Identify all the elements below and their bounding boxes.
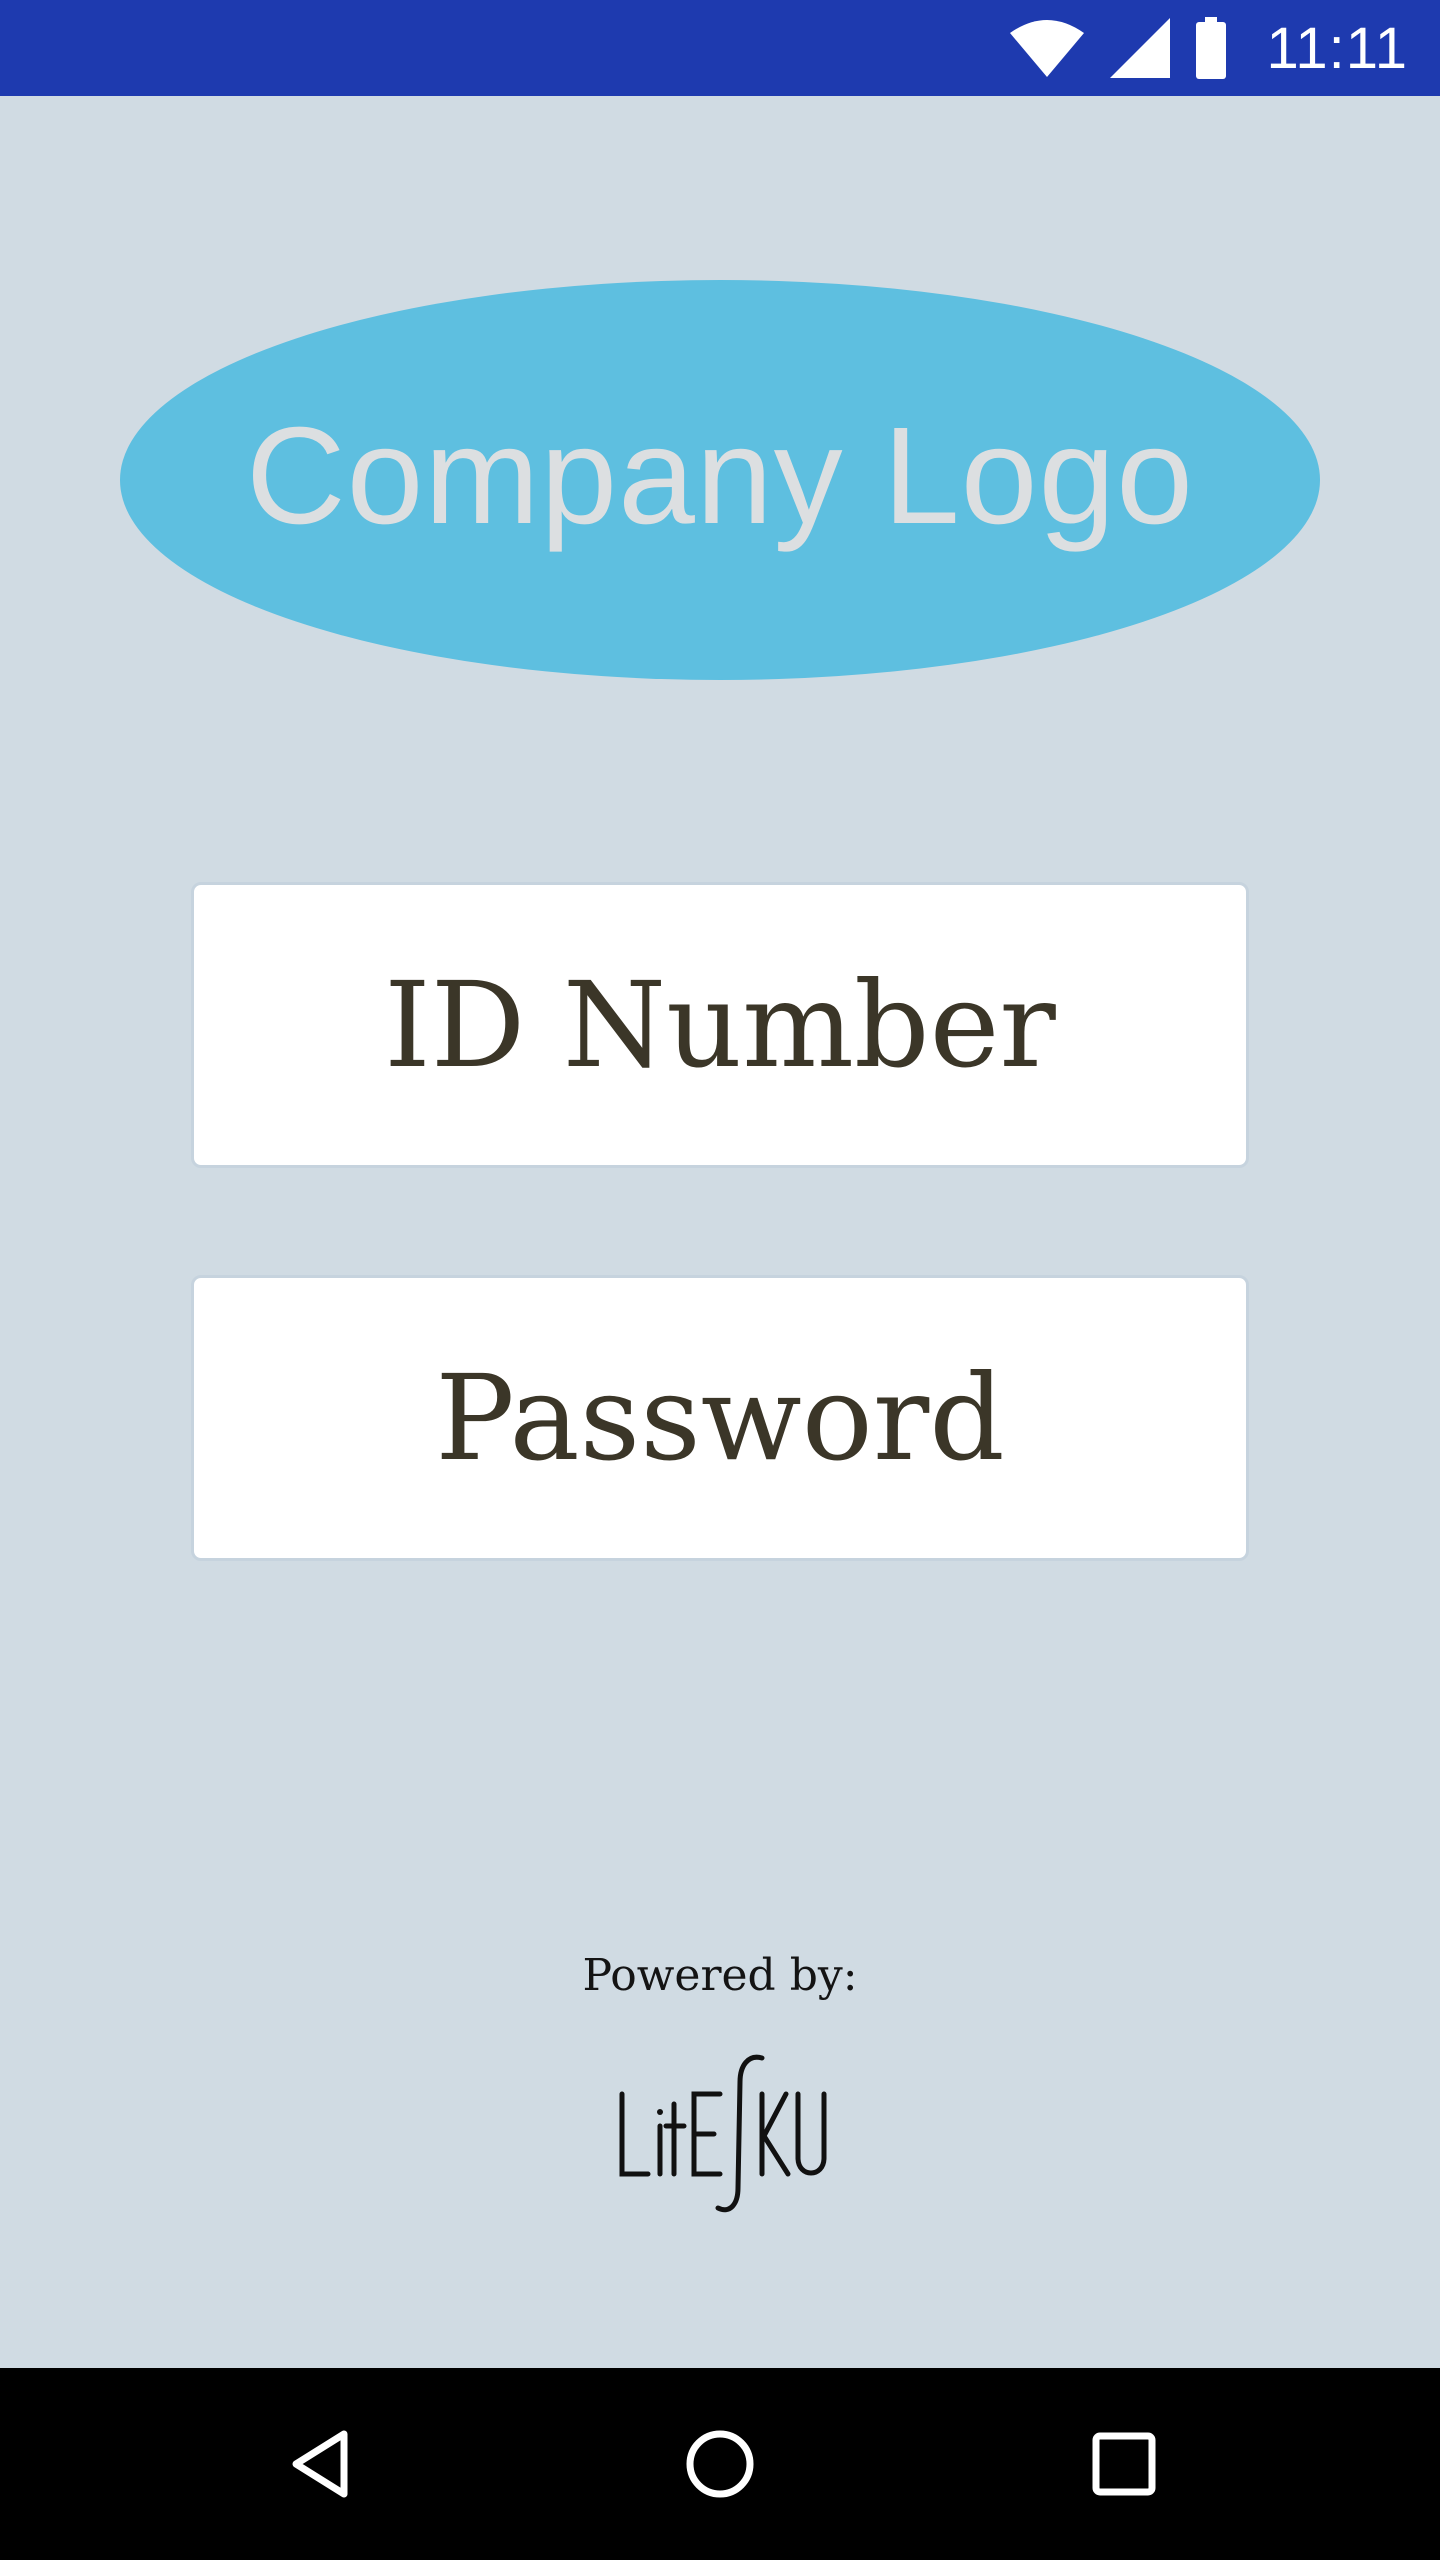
battery-icon bbox=[1196, 17, 1227, 79]
powered-by-label: Powered by: bbox=[582, 1950, 858, 2001]
recents-icon bbox=[1090, 2430, 1158, 2502]
status-bar: 11:11 bbox=[0, 0, 1440, 96]
status-icons: 11:11 bbox=[1010, 0, 1408, 96]
wifi-icon bbox=[1010, 19, 1085, 77]
cell-signal-icon bbox=[1110, 18, 1171, 78]
back-icon bbox=[288, 2428, 352, 2504]
status-clock: 11:11 bbox=[1266, 15, 1408, 81]
navigation-bar bbox=[0, 2368, 1440, 2560]
home-icon bbox=[684, 2428, 756, 2504]
back-button[interactable] bbox=[260, 2406, 380, 2526]
recents-button[interactable] bbox=[1064, 2406, 1184, 2526]
company-logo-text: Company Logo bbox=[246, 399, 1194, 553]
home-button[interactable] bbox=[660, 2406, 780, 2526]
litesku-logo bbox=[610, 2048, 830, 2216]
company-logo: Company Logo bbox=[120, 280, 1320, 680]
id-number-placeholder: ID Number bbox=[384, 956, 1056, 1094]
password-placeholder: Password bbox=[435, 1349, 1005, 1487]
id-number-field[interactable]: ID Number bbox=[191, 882, 1249, 1168]
password-field[interactable]: Password bbox=[191, 1275, 1249, 1561]
